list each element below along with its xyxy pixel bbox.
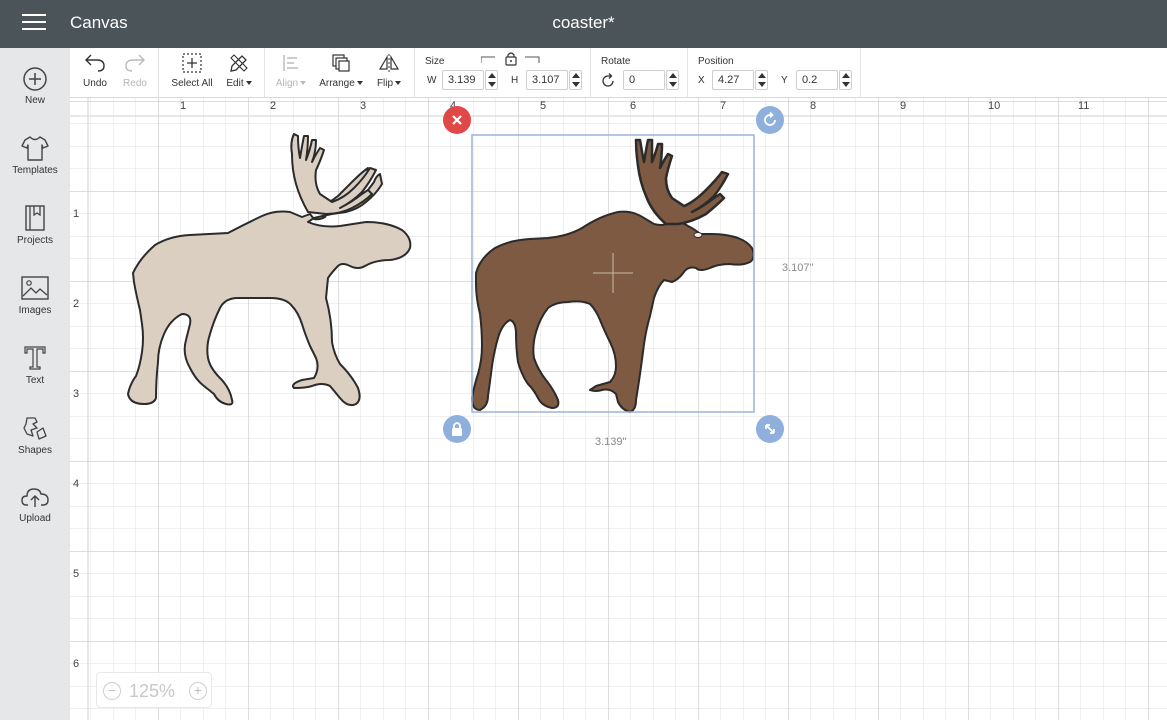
sidebar-item-label: Images <box>18 305 52 316</box>
sidebar-item-text[interactable]: Text <box>0 344 70 404</box>
text-icon <box>24 346 46 370</box>
moose-shape-beige[interactable] <box>127 133 412 407</box>
align-menu-button[interactable]: Align <box>272 52 310 89</box>
rotate-label: Rotate <box>601 56 631 67</box>
rotate-icon <box>764 111 776 126</box>
flip-menu-button[interactable]: Flip <box>372 52 406 89</box>
edit-toolbar: Undo Redo Select All Edit Align Arrange … <box>70 48 1167 98</box>
chevron-down-icon <box>356 81 363 86</box>
sidebar-item-shapes[interactable]: Shapes <box>0 414 70 474</box>
zoom-control: − 125% + <box>96 672 212 708</box>
y-position-field[interactable]: 0.2 <box>796 70 838 90</box>
width-label: W <box>427 75 437 86</box>
toolbar-divider <box>158 48 159 98</box>
chevron-down-icon <box>395 81 402 86</box>
width-dimension-label: 3.139" <box>595 436 627 448</box>
notebook-icon <box>25 205 45 231</box>
rotate-handle[interactable] <box>756 106 784 134</box>
document-title[interactable]: coaster* <box>0 13 1167 33</box>
align-icon <box>283 55 298 71</box>
lock-icon <box>452 422 462 436</box>
sidebar-item-label: New <box>24 95 45 106</box>
redo-label: Redo <box>123 78 147 89</box>
edit-menu-button[interactable]: Edit <box>222 52 256 89</box>
shapes-icon <box>23 417 47 440</box>
top-header: Canvas coaster* <box>0 0 1167 48</box>
cloud-upload-icon <box>21 488 49 507</box>
delete-handle[interactable] <box>443 106 471 134</box>
image-icon <box>21 276 49 300</box>
chevron-down-icon <box>245 81 252 86</box>
sidebar-item-images[interactable]: Images <box>0 274 70 334</box>
chevron-down-icon <box>300 81 307 86</box>
zoom-in-button[interactable]: + <box>189 682 207 700</box>
lock-handle[interactable] <box>443 415 471 443</box>
height-label: H <box>511 75 519 86</box>
zoom-out-button[interactable]: − <box>103 682 121 700</box>
flip-label: Flip <box>376 78 394 89</box>
toolbar-divider <box>860 48 861 98</box>
toolbar-divider <box>590 48 591 98</box>
rotate-stepper[interactable] <box>666 70 679 90</box>
undo-icon <box>85 54 105 72</box>
sidebar-item-label: Upload <box>19 513 51 524</box>
select-all-button[interactable]: Select All <box>168 52 216 89</box>
x-position-field[interactable]: 4.27 <box>712 70 754 90</box>
redo-button[interactable]: Redo <box>120 52 150 89</box>
align-label: Align <box>275 78 299 89</box>
lock-aspect-icon[interactable] <box>481 51 543 67</box>
rotate-field[interactable]: 0 <box>623 70 665 90</box>
height-field[interactable]: 3.107 <box>526 70 568 90</box>
redo-icon <box>125 54 145 72</box>
resize-handle[interactable] <box>756 415 784 443</box>
x-position-stepper[interactable] <box>755 70 768 90</box>
sidebar-item-new[interactable]: New <box>0 66 70 126</box>
undo-label: Undo <box>83 78 107 89</box>
sidebar-item-upload[interactable]: Upload <box>0 484 70 544</box>
undo-button[interactable]: Undo <box>80 52 110 89</box>
flip-icon <box>378 54 400 72</box>
height-stepper[interactable] <box>569 70 582 90</box>
plus-circle-icon <box>23 67 47 91</box>
sidebar-item-projects[interactable]: Projects <box>0 204 70 264</box>
arrange-menu-button[interactable]: Arrange <box>316 52 366 89</box>
close-icon <box>452 115 462 125</box>
left-sidebar: New Templates Projects Images Text Shape… <box>0 48 70 720</box>
x-label: X <box>698 75 705 86</box>
rotate-icon <box>602 73 614 87</box>
toolbar-divider <box>264 48 265 98</box>
width-field[interactable]: 3.139 <box>442 70 484 90</box>
width-stepper[interactable] <box>485 70 498 90</box>
shapes-layer <box>127 133 755 413</box>
sidebar-item-label: Projects <box>16 235 54 246</box>
pencil-ruler-icon <box>230 54 248 72</box>
edit-label: Edit <box>226 78 244 89</box>
toolbar-divider <box>687 48 688 98</box>
arrange-label: Arrange <box>319 78 355 89</box>
y-position-stepper[interactable] <box>839 70 852 90</box>
select-all-label: Select All <box>171 78 213 89</box>
select-all-icon <box>182 53 202 73</box>
position-label: Position <box>698 56 734 67</box>
y-label: Y <box>781 75 788 86</box>
zoom-level: 125% <box>129 681 176 701</box>
size-label: Size <box>425 56 445 67</box>
sidebar-item-label: Shapes <box>18 445 52 456</box>
sidebar-item-templates[interactable]: Templates <box>0 134 70 194</box>
tshirt-icon <box>21 136 49 161</box>
sidebar-item-label: Templates <box>12 165 58 176</box>
height-dimension-label: 3.107" <box>782 262 814 274</box>
resize-icon <box>765 424 775 434</box>
toolbar-divider <box>414 48 415 98</box>
design-canvas[interactable]: 1 2 3 4 5 6 7 8 9 10 11 1 2 3 4 5 6 <box>70 98 1167 720</box>
sidebar-item-label: Text <box>25 375 45 386</box>
arrange-icon <box>332 54 350 72</box>
